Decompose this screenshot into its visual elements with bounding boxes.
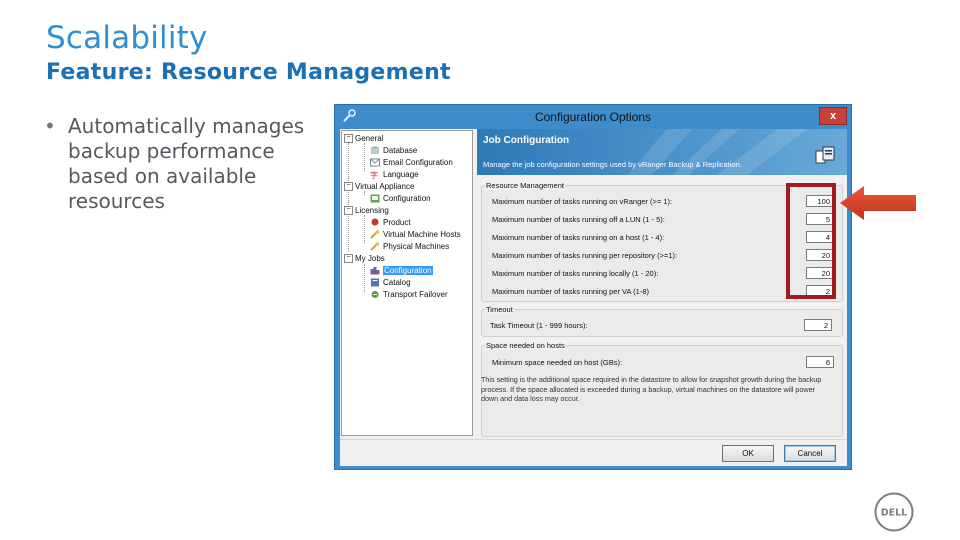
- button-bar: OK Cancel: [340, 439, 847, 466]
- resource-row: Maximum number of tasks running off a LU…: [492, 213, 834, 226]
- tree-item-transport-failover[interactable]: Transport Failover: [370, 289, 448, 300]
- product-icon: [371, 218, 379, 226]
- dialog-titlebar[interactable]: Configuration Options x: [335, 105, 851, 129]
- resource-label: Maximum number of tasks running on vRang…: [492, 197, 673, 206]
- key-icon: [370, 230, 380, 240]
- close-button[interactable]: x: [819, 107, 847, 125]
- resource-row: Maximum number of tasks running per repo…: [492, 249, 834, 262]
- wrench-icon: [343, 109, 356, 122]
- timeout-label: Task Timeout (1 - 999 hours):: [490, 321, 588, 330]
- resource-label: Maximum number of tasks running on a hos…: [492, 233, 665, 242]
- panel-title: Job Configuration: [483, 135, 570, 146]
- tree-item-email-configuration[interactable]: Email Configuration: [370, 157, 453, 168]
- ok-button[interactable]: OK: [722, 445, 774, 462]
- key-icon: [370, 242, 380, 252]
- settings-document-icon: [815, 146, 835, 164]
- tree-node-licensing[interactable]: − Licensing: [344, 205, 389, 216]
- min-space-input[interactable]: 6: [806, 356, 834, 368]
- resource-row: Maximum number of tasks running locally …: [492, 267, 834, 280]
- dialog-client-area: − General Database Email Configuration 字L…: [340, 129, 847, 466]
- tree-item-product[interactable]: Product: [370, 217, 411, 228]
- resource-label: Maximum number of tasks running locally …: [492, 269, 659, 278]
- timeout-row: Task Timeout (1 - 999 hours): 2: [490, 319, 832, 332]
- resource-row: Maximum number of tasks running per VA (…: [492, 285, 834, 298]
- slide-subtitle: Feature: Resource Management: [46, 60, 451, 85]
- panel-header: Job Configuration Manage the job configu…: [477, 129, 847, 175]
- bullet-dot: •: [44, 114, 56, 138]
- configuration-icon: [370, 194, 380, 203]
- catalog-icon: [371, 278, 379, 287]
- tree-item-language[interactable]: 字 Language: [370, 169, 419, 180]
- resource-label: Maximum number of tasks running off a LU…: [492, 215, 665, 224]
- tree-item-database[interactable]: Database: [370, 145, 417, 156]
- cancel-button[interactable]: Cancel: [784, 445, 836, 462]
- configuration-icon: [370, 267, 380, 275]
- email-icon: [370, 158, 380, 167]
- svg-text:DELL: DELL: [881, 508, 907, 519]
- slide-title: Scalability: [46, 20, 208, 56]
- bullet-text: Automatically manages backup performance…: [68, 114, 305, 213]
- svg-text:字: 字: [370, 170, 378, 179]
- dialog-title: Configuration Options: [534, 110, 652, 124]
- collapse-icon[interactable]: −: [344, 206, 353, 216]
- collapse-icon[interactable]: −: [344, 134, 353, 144]
- space-label: Minimum space needed on host (GBs):: [492, 358, 623, 367]
- bullet-point: • Automatically manages backup performan…: [44, 114, 329, 214]
- configuration-dialog: Configuration Options x − General Databas…: [334, 104, 852, 470]
- collapse-icon[interactable]: −: [344, 254, 353, 264]
- tree-item-physical-machines[interactable]: Physical Machines: [370, 241, 449, 252]
- resource-label: Maximum number of tasks running per repo…: [492, 251, 678, 260]
- group-title: Space needed on hosts: [485, 341, 566, 350]
- resource-row: Maximum number of tasks running on vRang…: [492, 195, 834, 208]
- tree-item-virtual-machine-hosts[interactable]: Virtual Machine Hosts: [370, 229, 461, 240]
- tree-item-va-configuration[interactable]: Configuration: [370, 193, 431, 204]
- group-title: Resource Management: [485, 181, 565, 190]
- timeout-group: Timeout Task Timeout (1 - 999 hours): 2: [481, 305, 843, 337]
- group-title: Timeout: [485, 305, 514, 314]
- collapse-icon[interactable]: −: [344, 182, 353, 192]
- tree-node-my-jobs[interactable]: − My Jobs: [344, 253, 385, 264]
- resource-label: Maximum number of tasks running per VA (…: [492, 287, 650, 296]
- space-note: This setting is the additional space req…: [481, 375, 822, 403]
- resource-row: Maximum number of tasks running on a hos…: [492, 231, 834, 244]
- task-timeout-input[interactable]: 2: [804, 319, 832, 331]
- tree-item-jobs-configuration[interactable]: Configuration: [370, 265, 433, 276]
- panel-description: Manage the job configuration settings us…: [483, 160, 742, 169]
- arrow-left-icon: [840, 186, 916, 220]
- transport-icon: [371, 291, 379, 299]
- highlight-box: [786, 183, 836, 299]
- language-icon: 字: [370, 170, 378, 179]
- tree-node-general[interactable]: − General: [344, 133, 383, 144]
- options-tree: − General Database Email Configuration 字L…: [341, 130, 473, 436]
- space-row: Minimum space needed on host (GBs): 6: [492, 356, 834, 369]
- tree-node-virtual-appliance[interactable]: − Virtual Appliance: [344, 181, 414, 192]
- database-icon: [371, 146, 379, 155]
- tree-item-catalog[interactable]: Catalog: [370, 277, 411, 288]
- dell-logo: DELL: [874, 492, 914, 532]
